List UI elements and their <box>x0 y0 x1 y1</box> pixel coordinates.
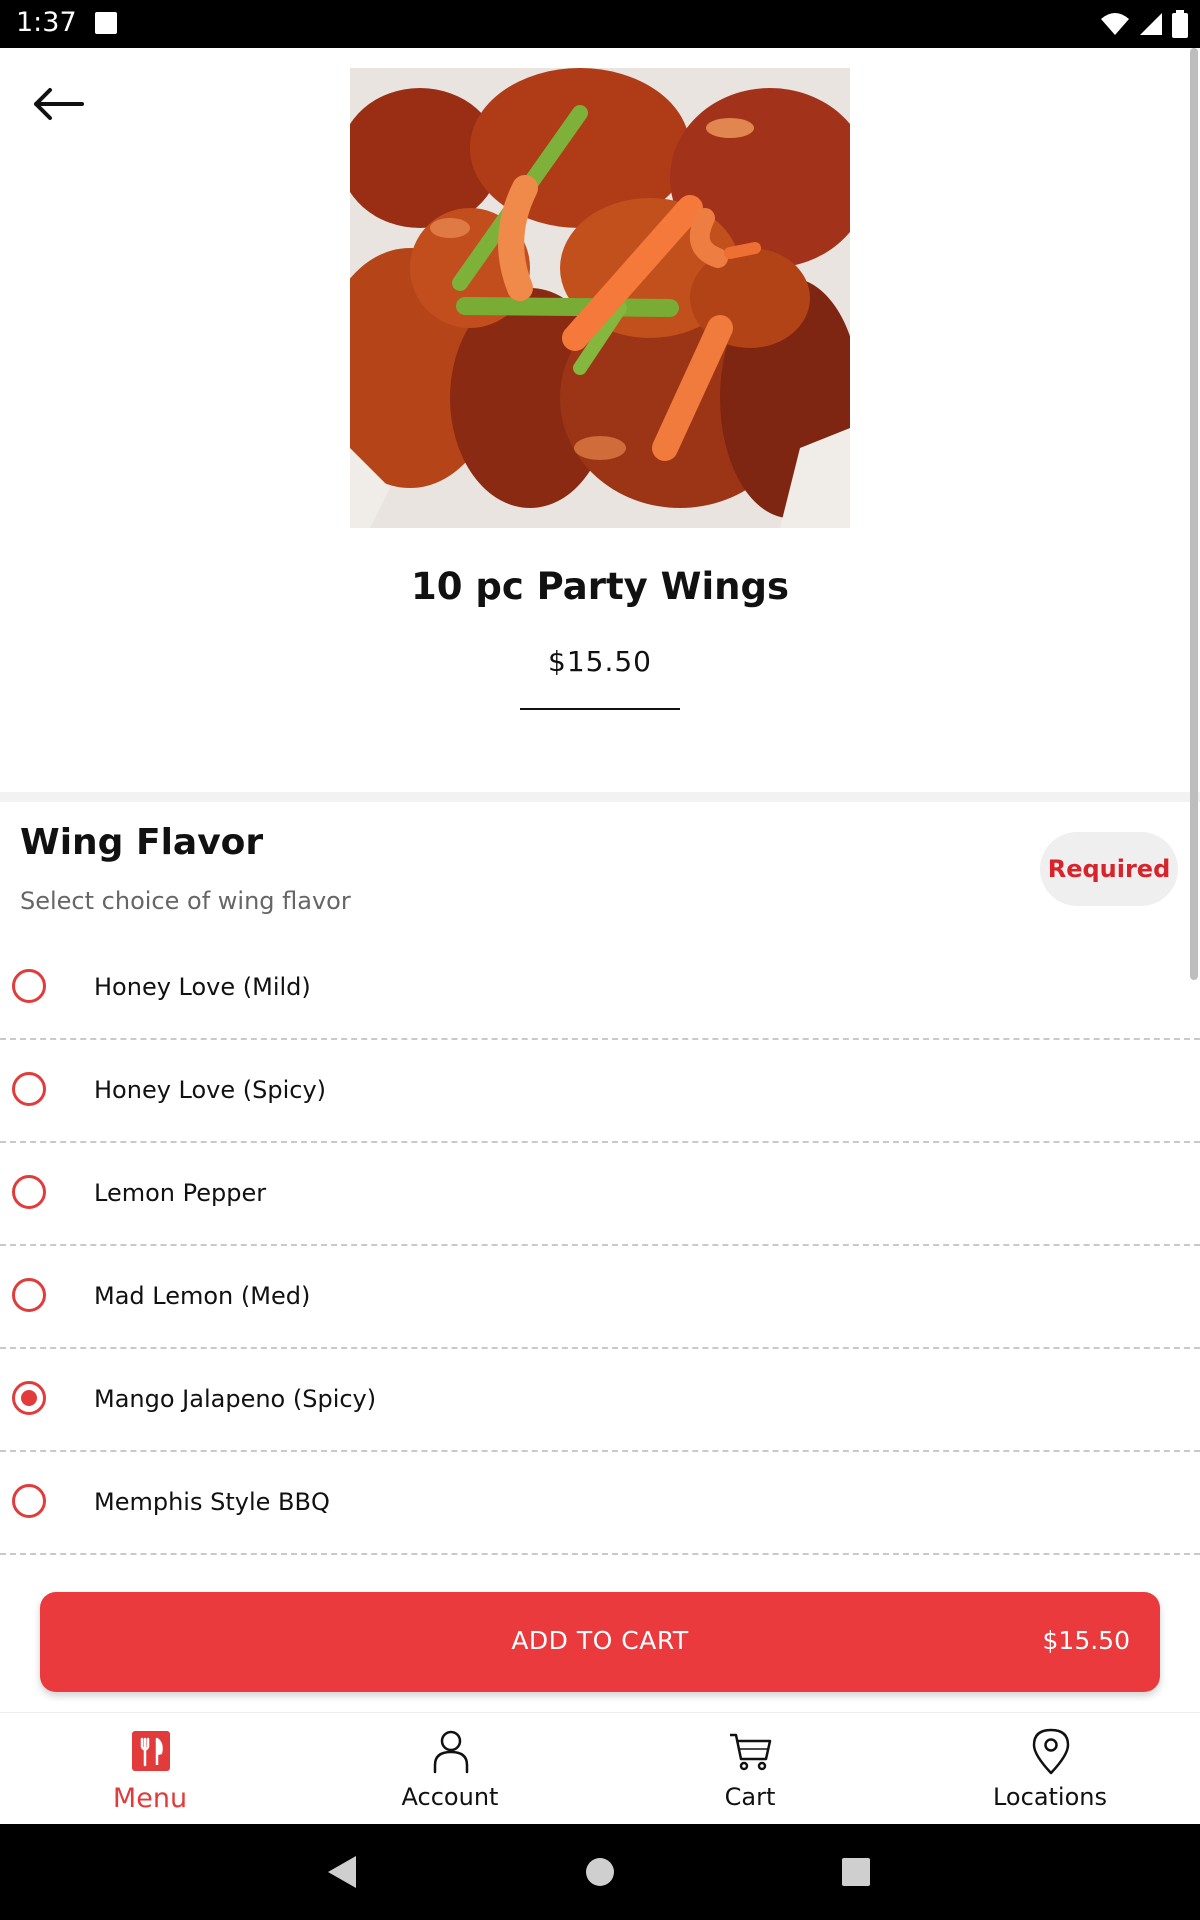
section-title: Wing Flavor <box>20 822 264 863</box>
option-label: Honey Love (Spicy) <box>94 1076 327 1104</box>
add-to-cart-label: ADD TO CART <box>511 1626 689 1655</box>
system-back-icon[interactable] <box>324 1854 358 1890</box>
fork-knife-icon <box>132 1731 170 1771</box>
option-row[interactable]: Honey Love (Spicy) <box>0 1040 1200 1143</box>
back-arrow-icon <box>34 88 84 120</box>
option-label: Honey Love (Mild) <box>94 973 311 1001</box>
nav-label: Cart <box>724 1783 776 1811</box>
nav-item-menu[interactable]: Menu <box>0 1713 300 1825</box>
option-row[interactable]: Memphis Style BBQ <box>0 1452 1200 1555</box>
option-label: Lemon Pepper <box>94 1179 267 1207</box>
cart-icon <box>730 1733 772 1771</box>
add-to-cart-button[interactable]: ADD TO CART $15.50 <box>40 1592 1160 1692</box>
location-pin-icon <box>1032 1728 1070 1775</box>
option-row[interactable]: Honey Love (Mild) <box>0 937 1200 1040</box>
person-icon <box>433 1730 469 1774</box>
add-to-cart-price: $15.50 <box>1042 1626 1130 1655</box>
system-home-icon[interactable] <box>585 1857 615 1887</box>
section-separator <box>0 792 1200 802</box>
wifi-icon <box>1101 13 1129 35</box>
option-row[interactable]: Lemon Pepper <box>0 1143 1200 1246</box>
product-title: 10 pc Party Wings <box>410 565 790 608</box>
radio-button-selected[interactable] <box>12 1381 46 1415</box>
status-icons <box>1100 10 1188 38</box>
required-badge: Required <box>1040 832 1178 906</box>
nav-label: Menu <box>112 1783 188 1814</box>
notification-icon <box>95 12 117 34</box>
option-row[interactable]: Mango Jalapeno (Spicy) <box>0 1349 1200 1452</box>
product-image <box>350 68 850 528</box>
status-time: 1:37 <box>16 7 77 38</box>
product-price: $15.50 <box>548 645 652 678</box>
radio-button[interactable] <box>12 1175 46 1209</box>
scrollbar[interactable] <box>1190 48 1198 980</box>
option-label: Mad Lemon (Med) <box>94 1282 311 1310</box>
option-label: Mango Jalapeno (Spicy) <box>94 1385 377 1413</box>
battery-icon <box>1172 10 1188 38</box>
radio-button[interactable] <box>12 1484 46 1518</box>
radio-button[interactable] <box>12 1072 46 1106</box>
radio-button[interactable] <box>12 969 46 1003</box>
nav-item-cart[interactable]: Cart <box>600 1713 900 1825</box>
option-row[interactable]: Mad Lemon (Med) <box>0 1246 1200 1349</box>
option-label: Memphis Style BBQ <box>94 1488 330 1516</box>
section-subtitle: Select choice of wing flavor <box>20 887 351 915</box>
system-recents-icon[interactable] <box>841 1857 871 1887</box>
nav-label: Account <box>401 1783 499 1811</box>
radio-button[interactable] <box>12 1278 46 1312</box>
option-list: Honey Love (Mild) Honey Love (Spicy) Lem… <box>0 937 1200 1555</box>
status-bar: 1:37 <box>0 0 1200 48</box>
bottom-nav: Menu Account Cart Locations <box>0 1712 1200 1825</box>
nav-item-account[interactable]: Account <box>300 1713 600 1825</box>
nav-label: Locations <box>992 1783 1107 1811</box>
signal-icon <box>1140 13 1162 35</box>
divider <box>520 708 680 710</box>
system-nav-bar <box>0 1824 1200 1920</box>
nav-item-locations[interactable]: Locations <box>900 1713 1200 1825</box>
back-button[interactable] <box>30 84 90 134</box>
